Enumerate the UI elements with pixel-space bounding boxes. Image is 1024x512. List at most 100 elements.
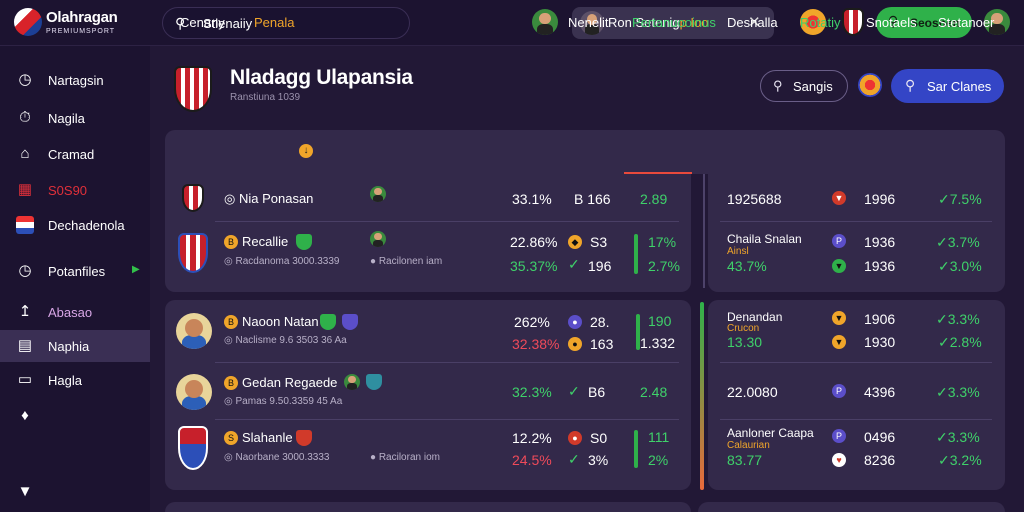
avatar xyxy=(370,186,386,202)
stat-change: ✓7.5% xyxy=(938,191,982,207)
sidebar-item-hagla[interactable]: ▭ Hagla xyxy=(0,364,150,396)
stat-sublabel: Ainsl xyxy=(727,246,749,257)
trend-icon: ▼ xyxy=(832,259,846,273)
row-name[interactable]: Naoon Natan xyxy=(242,314,319,329)
row-odds-2: 1.332 xyxy=(640,335,676,351)
player-avatar xyxy=(176,313,212,349)
sidebar-item-abasao[interactable]: ↥ Abasao xyxy=(0,296,150,328)
live-icon: ◎ xyxy=(224,191,236,206)
trend-icon: ● xyxy=(568,431,582,445)
stat-change-2: ✓3.0% xyxy=(938,258,982,274)
rank-icon: B xyxy=(224,315,238,329)
timer-icon: ⏱ xyxy=(19,109,31,126)
row-divider xyxy=(720,419,992,420)
club-badge-icon[interactable] xyxy=(858,73,882,97)
player-avatar xyxy=(176,374,212,410)
stat-pct: 13.30 xyxy=(727,334,763,350)
tag-icon: ♦ xyxy=(21,407,29,424)
tab-penala[interactable]: Penala xyxy=(254,15,294,30)
chevron-down-circle-icon: ▼ xyxy=(17,483,33,500)
tab-snotaels[interactable]: Snotaels xyxy=(866,15,917,30)
column-divider xyxy=(703,174,705,288)
table-row[interactable]: ◎ Nia Ponasan xyxy=(224,191,313,207)
trend-icon: P xyxy=(832,384,846,398)
page-subtitle: Ranstiuna 1039 xyxy=(230,92,301,103)
sidebar-item-tag[interactable]: ♦ xyxy=(0,400,150,432)
row-odds-2: 2% xyxy=(648,452,669,468)
stat-value: 4396 xyxy=(864,384,896,400)
stat-change: ✓3.7% xyxy=(936,234,980,250)
row-pct: 262% xyxy=(514,314,550,330)
trend-icon: P xyxy=(832,429,846,443)
trend-up-icon: ✓ xyxy=(568,383,580,399)
trend-bar-icon xyxy=(634,430,638,468)
row-name[interactable]: Slahanle xyxy=(242,430,293,445)
row-subtitle-2: ● Racilonen iam xyxy=(370,256,443,267)
trend-icon: ▼ xyxy=(832,311,846,325)
heart-icon: ♥ xyxy=(832,453,846,467)
stat-value: 1996 xyxy=(864,191,896,207)
trend-icon: ● xyxy=(568,315,582,329)
row-value: S0 xyxy=(590,430,608,446)
stat-sublabel: Crucon xyxy=(727,323,760,334)
stat-change-2: ✓2.8% xyxy=(938,334,982,350)
app-logo[interactable]: Olahragan PREMIUMSPORT xyxy=(12,6,132,40)
row-subtitle-2: ● Raciloran iom xyxy=(370,452,440,463)
row-value-2: 163 xyxy=(590,336,614,352)
rank-icon: S xyxy=(224,431,238,445)
chevron-down-icon: ✓ xyxy=(568,256,580,272)
calendar-icon: ▦ xyxy=(17,181,33,198)
app-subtitle: PREMIUMSPORT xyxy=(46,28,116,35)
search-icon: ⚲ xyxy=(905,77,916,93)
sidebar-item-naphia[interactable]: ▤ Naphia xyxy=(0,330,150,362)
primary-action-label: Sar Clanes xyxy=(927,79,992,94)
sidebar-item-label: Nartagsin xyxy=(48,73,104,88)
row-pct: 22.86% xyxy=(510,234,558,250)
sidebar-item-label: Potanfiles xyxy=(48,264,106,279)
sidebar-item-s0s90[interactable]: ▦ S0S90 xyxy=(0,174,150,206)
sidebar-item-label: Abasao xyxy=(48,305,93,320)
stat-label[interactable]: Aanloner Caapa xyxy=(727,426,814,440)
sidebar-item-cramad[interactable]: ⌂ Cramad xyxy=(0,138,150,170)
home-icon: ⌂ xyxy=(20,145,30,162)
sidebar-item-nartagsin[interactable]: ◷ Nartagsin xyxy=(0,64,150,96)
sidebar-item-nagila[interactable]: ⏱ Nagila xyxy=(0,102,150,134)
stat-value-2: 8236 xyxy=(864,452,896,468)
row-name[interactable]: Gedan Regaede xyxy=(242,375,337,390)
search-button[interactable]: ⚲ Sangis xyxy=(760,70,848,102)
row-value: S3 xyxy=(590,234,608,250)
row-divider xyxy=(720,362,992,363)
upload-icon: ↥ xyxy=(18,303,32,320)
row-name: Nia Ponasan xyxy=(238,191,314,206)
sidebar-item-dechadenola[interactable]: Dechadenola xyxy=(0,209,150,241)
tab-nenelit[interactable]: Nenelit xyxy=(568,15,608,30)
row-value-2: 196 xyxy=(588,258,612,274)
tab-rotatiy[interactable]: Rotatiy xyxy=(800,15,840,30)
stat-label[interactable]: Denandan xyxy=(727,310,782,324)
row-subtitle: ◎ Naclisme 9.6 3503 36 Aa xyxy=(224,335,347,346)
sidebar-item-more[interactable]: ▼ xyxy=(0,476,150,508)
tab-pertanuooinus[interactable]: Pertanuooinus xyxy=(632,15,716,30)
row-value: 28. xyxy=(590,314,610,330)
rank-icon: B xyxy=(224,376,238,390)
sidebar-item-potanfiles[interactable]: ◷ Potanfiles ▶ xyxy=(0,255,150,287)
stat-change: ✓3.3% xyxy=(936,384,980,400)
club-crest-icon xyxy=(178,426,208,470)
flag-logo-icon xyxy=(14,8,42,36)
stat-change: ✓3.3% xyxy=(936,429,980,445)
sidebar: ◷ Nartagsin ⏱ Nagila ⌂ Cramad ▦ S0S90 De… xyxy=(0,46,150,512)
search-button-label: Sangis xyxy=(793,79,833,94)
tab-stetanoer[interactable]: Stetanoer xyxy=(938,15,994,30)
tv-icon: ▭ xyxy=(17,371,33,388)
avatar[interactable] xyxy=(532,9,558,35)
clock-icon: ◷ xyxy=(18,71,32,88)
row-divider xyxy=(215,362,679,363)
club-crest-icon[interactable] xyxy=(842,8,864,36)
stat-label[interactable]: Chaila Snalan xyxy=(727,232,802,246)
clock-icon: ◷ xyxy=(18,262,32,279)
stat-value-2: 1936 xyxy=(864,258,896,274)
tab-cenany[interactable]: Cenany xyxy=(180,15,225,30)
primary-action-button[interactable]: ⚲ Sar Clanes xyxy=(891,69,1004,103)
row-name[interactable]: Recallie xyxy=(242,234,288,249)
tab-desnalla[interactable]: Desnalla xyxy=(727,15,778,30)
